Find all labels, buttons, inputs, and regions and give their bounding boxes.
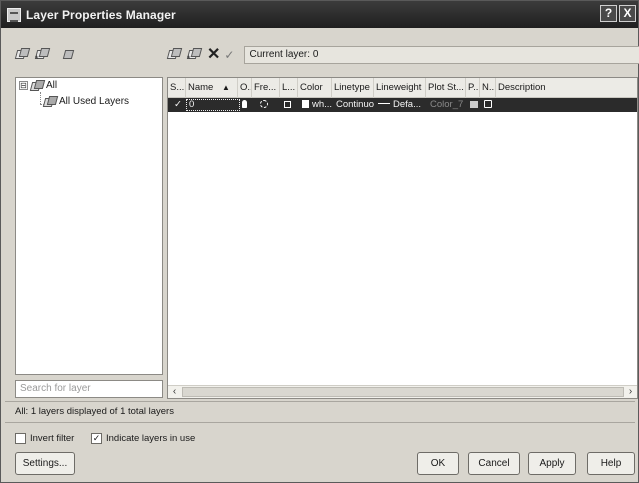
layers-app-icon xyxy=(7,7,21,22)
layer-name-cell[interactable]: 0 xyxy=(186,99,240,111)
delete-layer-icon[interactable]: ✕ xyxy=(207,47,220,63)
indicate-layers-in-use-checkbox[interactable]: ✓ Indicate layers in use xyxy=(91,433,195,444)
column-plot[interactable]: P... xyxy=(466,78,480,98)
divider xyxy=(5,422,635,423)
invert-filter-box[interactable] xyxy=(15,433,26,444)
filter-tree-panel: ⊟ All All Used Layers xyxy=(15,77,163,375)
lineweight-cell[interactable]: Defa... xyxy=(376,98,426,112)
set-current-icon[interactable]: ✓ xyxy=(224,48,234,62)
column-on[interactable]: O... xyxy=(238,78,252,98)
layer-states-manager-icon[interactable] xyxy=(61,47,77,63)
cancel-button[interactable]: Cancel xyxy=(468,452,520,475)
new-group-filter-icon[interactable]: * xyxy=(34,47,51,64)
tree-item-label: All xyxy=(46,80,58,91)
column-lineweight[interactable]: Lineweight xyxy=(374,78,426,98)
scroll-thumb[interactable] xyxy=(182,387,624,397)
linetype-cell[interactable]: Continuo... xyxy=(334,98,374,112)
column-linetype[interactable]: Linetype xyxy=(332,78,374,98)
indicate-layers-box[interactable]: ✓ xyxy=(91,433,102,444)
new-vp-freeze-icon[interactable] xyxy=(482,98,496,112)
help-title-button[interactable]: ? xyxy=(600,5,617,22)
sort-ascending-icon: ▲ xyxy=(222,83,230,92)
layer-color-cell[interactable]: wh... xyxy=(300,98,332,112)
column-color[interactable]: Color xyxy=(298,78,332,98)
filter-toolbar: * xyxy=(14,45,81,65)
layer-toolbar: * ✕ ✓ Current layer: 0 xyxy=(166,45,639,65)
collapse-expander[interactable]: ⊟ xyxy=(19,81,28,90)
lineweight-label: Defa... xyxy=(393,99,421,110)
layer-list-grid: S... Name ▲ O... Fre... L... Color Linet… xyxy=(167,77,638,399)
invert-filter-label: Invert filter xyxy=(30,433,75,444)
tree-item-all[interactable]: ⊟ All xyxy=(19,80,57,91)
column-description[interactable]: Description xyxy=(496,78,637,98)
unlock-icon[interactable] xyxy=(282,98,296,112)
table-row[interactable]: ✓ 0 wh... Continuo... Defa... Color_7 xyxy=(168,98,637,112)
current-layer-check-icon: ✓ xyxy=(174,99,182,110)
new-layer-icon[interactable] xyxy=(166,47,183,63)
column-new-vp-freeze[interactable]: N... xyxy=(480,78,496,98)
on-lightbulb-icon[interactable] xyxy=(240,98,254,112)
new-layer-frozen-icon[interactable]: * xyxy=(186,47,203,64)
invert-filter-checkbox[interactable]: Invert filter xyxy=(15,433,74,444)
grid-header: S... Name ▲ O... Fre... L... Color Linet… xyxy=(168,78,637,98)
color-swatch xyxy=(302,100,309,108)
title-bar: Layer Properties Manager ? X xyxy=(1,1,638,28)
tree-item-label: All Used Layers xyxy=(59,96,130,107)
layer-properties-manager-window: Layer Properties Manager ? X * * ✕ ✓ Cur… xyxy=(0,0,639,483)
scroll-right-icon[interactable]: › xyxy=(624,386,637,398)
search-for-layer-input[interactable]: Search for layer xyxy=(15,380,163,398)
lineweight-line-icon xyxy=(378,103,390,104)
apply-button[interactable]: Apply xyxy=(528,452,576,475)
color-label: wh... xyxy=(312,99,332,110)
settings-button[interactable]: Settings... xyxy=(15,452,75,475)
column-plot-style[interactable]: Plot St... xyxy=(426,78,466,98)
layers-icon xyxy=(44,96,56,107)
description-cell[interactable] xyxy=(498,98,637,112)
scroll-left-icon[interactable]: ‹ xyxy=(168,386,181,398)
window-title: Layer Properties Manager xyxy=(26,7,176,22)
divider xyxy=(5,401,635,402)
column-freeze[interactable]: Fre... xyxy=(252,78,280,98)
column-status[interactable]: S... xyxy=(168,78,186,98)
close-title-button[interactable]: X xyxy=(619,5,636,22)
tree-connector xyxy=(40,92,41,104)
plot-style-cell: Color_7 xyxy=(430,99,464,110)
horizontal-scrollbar[interactable]: ‹ › xyxy=(168,385,637,398)
layers-icon xyxy=(31,80,43,91)
current-layer-label: Current layer: 0 xyxy=(244,46,639,64)
help-button[interactable]: Help xyxy=(587,452,635,475)
tree-item-all-used-layers[interactable]: All Used Layers xyxy=(44,96,129,107)
layer-count-status: All: 1 layers displayed of 1 total layer… xyxy=(15,406,174,417)
ok-button[interactable]: OK xyxy=(417,452,459,475)
thaw-sun-icon[interactable] xyxy=(258,98,272,112)
indicate-layers-label: Indicate layers in use xyxy=(106,433,196,444)
new-property-filter-icon[interactable] xyxy=(14,47,31,63)
plot-printer-icon[interactable] xyxy=(468,98,480,112)
column-lock[interactable]: L... xyxy=(280,78,298,98)
